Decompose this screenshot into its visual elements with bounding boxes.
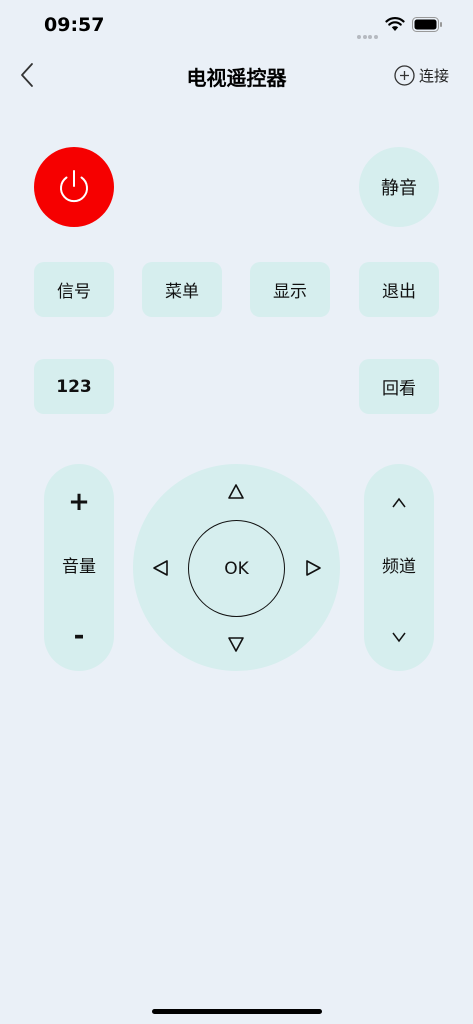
arrow-right-icon[interactable] [303, 558, 323, 578]
direction-pad: OK [133, 464, 340, 671]
channel-control: 频道 [364, 464, 434, 671]
volume-label: 音量 [62, 557, 96, 577]
caret-down-icon [392, 632, 406, 642]
number-pad-button[interactable]: 123 [34, 359, 114, 414]
replay-button[interactable]: 回看 [359, 359, 439, 414]
volume-control: + 音量 - [44, 464, 114, 671]
home-indicator[interactable] [152, 1009, 322, 1014]
connect-label: 连接 [419, 66, 450, 85]
display-button[interactable]: 显示 [250, 262, 330, 317]
power-button[interactable] [34, 147, 114, 227]
battery-icon [412, 17, 442, 32]
volume-down-button[interactable]: - [44, 616, 114, 656]
wifi-icon [385, 17, 405, 31]
menu-button[interactable]: 菜单 [142, 262, 222, 317]
mute-button[interactable]: 静音 [359, 147, 439, 227]
arrow-down-icon[interactable] [226, 634, 246, 654]
channel-down-button[interactable] [364, 616, 434, 656]
status-time: 09:57 [44, 14, 105, 36]
plus-circle-icon [394, 64, 415, 86]
arrow-left-icon[interactable] [151, 558, 171, 578]
ok-button[interactable]: OK [188, 520, 285, 617]
power-icon [60, 170, 88, 203]
channel-label: 频道 [382, 557, 416, 577]
arrow-up-icon[interactable] [226, 482, 246, 502]
channel-up-button[interactable] [364, 482, 434, 522]
volume-up-button[interactable]: + [44, 482, 114, 522]
remote-screen: 09:57 电视遥控器 连接 静音 信号 菜单 显示 退出 123 回看 + 音… [0, 0, 473, 1024]
cellular-signal-icon [357, 24, 379, 39]
connect-button[interactable]: 连接 [394, 64, 449, 86]
caret-up-icon [392, 497, 406, 507]
signal-button[interactable]: 信号 [34, 262, 114, 317]
exit-button[interactable]: 退出 [359, 262, 439, 317]
